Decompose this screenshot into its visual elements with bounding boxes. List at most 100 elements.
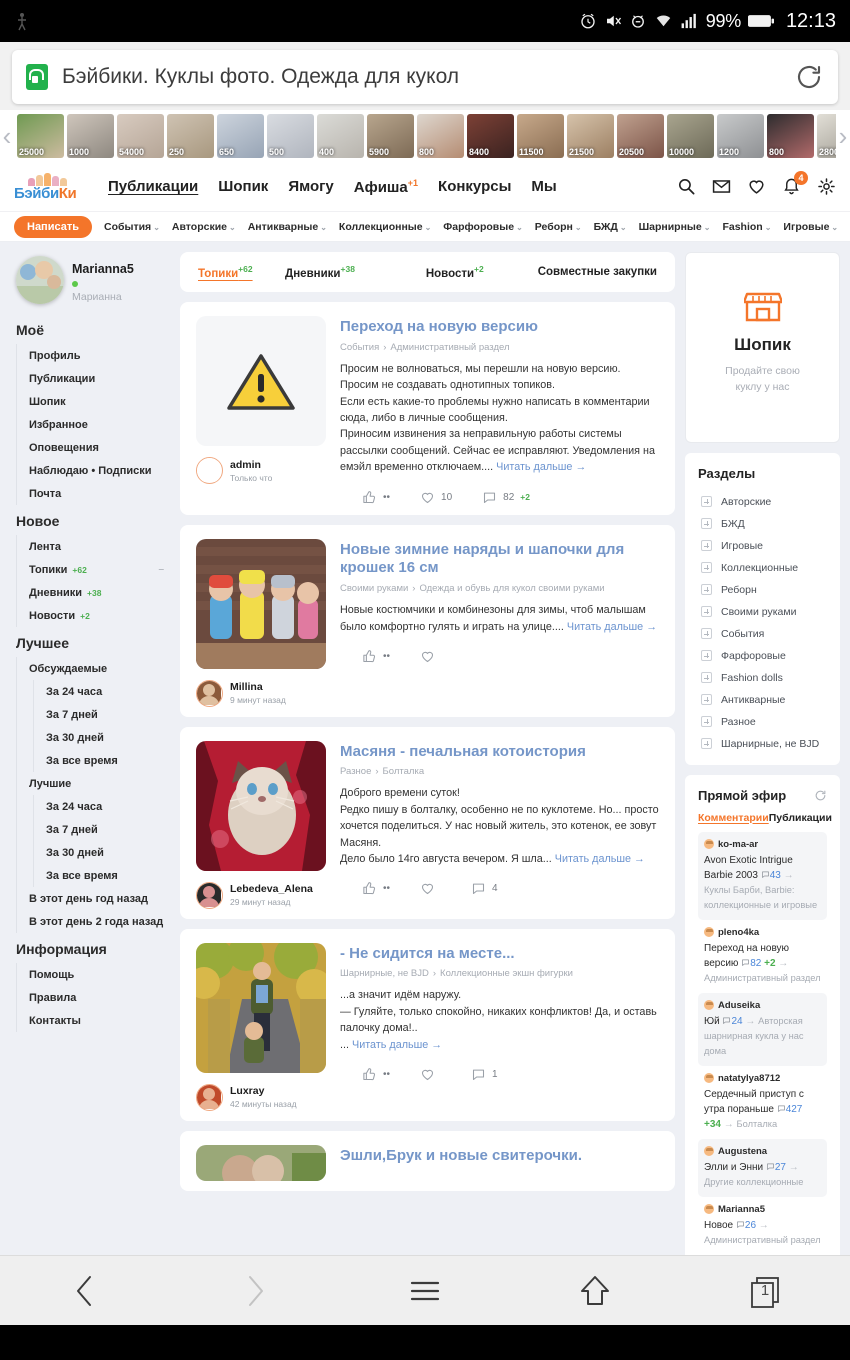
sidebar-item[interactable]: За 24 часа	[46, 795, 170, 818]
breadcrumb[interactable]: Разное › Болталка	[340, 766, 659, 777]
sidebar-item[interactable]: Наблюдаю • Подписки	[29, 459, 170, 482]
sidebar-item[interactable]: Оповещения	[29, 436, 170, 459]
live-feed-category[interactable]: Административный раздел	[704, 1235, 821, 1245]
post-card[interactable]: Millina 9 минут назад Новые зимние наряды …	[180, 524, 675, 717]
sidebar-item[interactable]: Топики +62 –	[29, 558, 170, 581]
section-item[interactable]: Реборн	[698, 579, 827, 601]
category-item[interactable]: Игровые ⌄	[783, 221, 838, 233]
section-item[interactable]: Игровые	[698, 535, 827, 557]
carousel-thumbnail[interactable]: 21500	[567, 114, 614, 158]
post-thumbnail[interactable]	[196, 538, 326, 669]
expand-plus-icon[interactable]	[701, 694, 712, 705]
sidebar-item[interactable]: Шопик	[29, 390, 170, 413]
breadcrumb[interactable]: Шарнирные, не BJD › Коллекционные экшн фиг…	[340, 968, 659, 979]
mail-icon[interactable]	[712, 177, 731, 196]
post-actions[interactable]: •• 1	[340, 1067, 659, 1082]
profile-box[interactable]: Marianna5 Марианна	[10, 252, 170, 314]
live-feed-category[interactable]: Болталка	[737, 1119, 778, 1129]
nav-item-1[interactable]: Публикации	[108, 178, 198, 195]
live-feed-category[interactable]: Административный раздел	[704, 973, 821, 983]
post-actions[interactable]: •• 4	[340, 881, 659, 896]
refresh-icon[interactable]	[814, 789, 827, 802]
shop-thumbnail-carousel[interactable]: ‹ 25000 1000 54000 250 650 500 400 5900 800 8400 1…	[0, 110, 850, 162]
sidebar-item[interactable]: Дневники +38	[29, 581, 170, 604]
site-logo[interactable]: БэйбиКи	[14, 172, 80, 201]
carousel-thumbnail[interactable]: 11500	[517, 114, 564, 158]
like-button[interactable]: ••	[362, 649, 390, 664]
like-button[interactable]: ••	[362, 490, 390, 505]
sidebar-item[interactable]: Профиль	[29, 344, 170, 367]
main-navigation[interactable]: Публикации Шопик Ямогу Афиша+1 Конкурсы Мы	[108, 178, 557, 196]
section-item[interactable]: Шарнирные, не BJD	[698, 733, 827, 755]
section-item[interactable]: Авторские	[698, 491, 827, 513]
post-author[interactable]: Lebedeva_Alena 29 минут назад	[196, 881, 326, 909]
post-thumbnail[interactable]	[196, 1144, 326, 1181]
android-nav-bar[interactable]: Marianna5 • Бэйбики • babiki.ru	[0, 1325, 850, 1360]
favorite-button[interactable]	[420, 881, 441, 896]
breadcrumb[interactable]: Своими руками › Одежда и обувь для кукол с…	[340, 583, 659, 594]
nav-item-3[interactable]: Ямогу	[288, 178, 333, 195]
carousel-next-chevron-right-icon[interactable]: ›	[836, 110, 850, 162]
browser-menu-button[interactable]	[340, 1276, 510, 1306]
sidebar-item[interactable]: За 7 дней	[46, 703, 170, 726]
favorite-button[interactable]	[420, 649, 441, 664]
sidebar-item[interactable]: Избранное	[29, 413, 170, 436]
post-actions[interactable]: ••	[340, 649, 659, 664]
read-more-link[interactable]: Читать дальше →	[555, 853, 645, 865]
post-title[interactable]: Переход на новую версию	[340, 318, 659, 337]
nav-item-6[interactable]: Мы	[531, 178, 556, 195]
carousel-thumbnail[interactable]: 650	[217, 114, 264, 158]
live-feed-item[interactable]: Aduseika Юй 24 → Авторская шарнирная кукл…	[698, 992, 827, 1066]
live-feed-item[interactable]: pleno4ka Переход на новую версию 82 +2 → …	[698, 920, 827, 993]
feed-tab[interactable]: Дневники+38	[253, 264, 388, 280]
post-thumbnail[interactable]	[196, 316, 326, 446]
sidebar-item[interactable]: Контакты	[29, 1009, 170, 1032]
breadcrumb-level1[interactable]: Разное	[340, 766, 371, 777]
sidebar-item[interactable]: Лента	[29, 535, 170, 558]
like-button[interactable]: ••	[362, 881, 390, 896]
live-feed-items[interactable]: ko-ma-ar Avon Exotic Intrigue Barbie 2003…	[698, 831, 827, 1255]
category-item[interactable]: Авторские ⌄	[172, 221, 236, 233]
carousel-thumbnail[interactable]: 8400	[467, 114, 514, 158]
category-item[interactable]: Коллекционные ⌄	[339, 221, 431, 233]
live-feed-user[interactable]: Marianna5	[704, 1204, 821, 1215]
carousel-thumbnail[interactable]: 800	[767, 114, 814, 158]
post-card[interactable]: Luxray 42 минуты назад - Не сидится на мес…	[180, 928, 675, 1121]
bell-icon[interactable]: 4	[782, 171, 808, 196]
live-feed-item[interactable]: valenti_777Куклы стоят денег 29 →	[698, 1254, 827, 1255]
category-item[interactable]: Антикварные ⌄	[248, 221, 327, 233]
post-card[interactable]: admin Только что Переход на новую версию Со…	[180, 302, 675, 515]
browser-tabs-button[interactable]: 1	[680, 1274, 850, 1308]
breadcrumb-level1[interactable]: Своими руками	[340, 583, 408, 594]
expand-plus-icon[interactable]	[701, 650, 712, 661]
carousel-thumbnail[interactable]: 250	[167, 114, 214, 158]
breadcrumb-level2[interactable]: Коллекционные экшн фигурки	[440, 968, 573, 979]
live-feed-user[interactable]: natatylya8712	[704, 1073, 821, 1084]
shopik-promo-card[interactable]: Шопик Продайте свою куклу у нас	[685, 252, 840, 443]
carousel-thumbnail[interactable]: 1000	[67, 114, 114, 158]
like-button[interactable]: ••	[362, 1067, 390, 1082]
expand-plus-icon[interactable]	[701, 562, 712, 573]
sections-list[interactable]: Авторские БЖД Игровые Коллекционные Реборн Св…	[698, 491, 827, 755]
live-feed-user[interactable]: pleno4ka	[704, 927, 821, 938]
carousel-thumbnail[interactable]: 20500	[617, 114, 664, 158]
post-title[interactable]: Эшли,Брук и новые свитерочки.	[340, 1147, 659, 1166]
post-title[interactable]: Масяня - печальная котоистория	[340, 743, 659, 762]
post-card[interactable]: Эшли,Брук и новые свитерочки.	[180, 1130, 675, 1191]
post-thumbnail[interactable]	[196, 740, 326, 871]
live-feed-post-title[interactable]: Юй	[704, 1016, 720, 1027]
sidebar-item[interactable]: За 30 дней	[46, 726, 170, 749]
section-item[interactable]: Фарфоровые	[698, 645, 827, 667]
favorite-button[interactable]: 10	[420, 490, 452, 505]
post-author[interactable]: admin Только что	[196, 457, 326, 484]
post-card[interactable]: Lebedeva_Alena 29 минут назад Масяня - печ…	[180, 726, 675, 919]
read-more-link[interactable]: Читать дальше →	[567, 621, 657, 633]
avatar[interactable]	[196, 1083, 223, 1111]
feed-tab[interactable]: Совместные закупки	[522, 266, 657, 278]
search-icon[interactable]	[677, 177, 696, 196]
carousel-thumbnail[interactable]: 400	[317, 114, 364, 158]
sidebar-item[interactable]: За все время	[46, 864, 170, 887]
carousel-prev-chevron-left-icon[interactable]: ‹	[0, 110, 14, 162]
category-item[interactable]: События ⌄	[104, 221, 160, 233]
feed-tab[interactable]: Топики+62	[198, 264, 253, 280]
